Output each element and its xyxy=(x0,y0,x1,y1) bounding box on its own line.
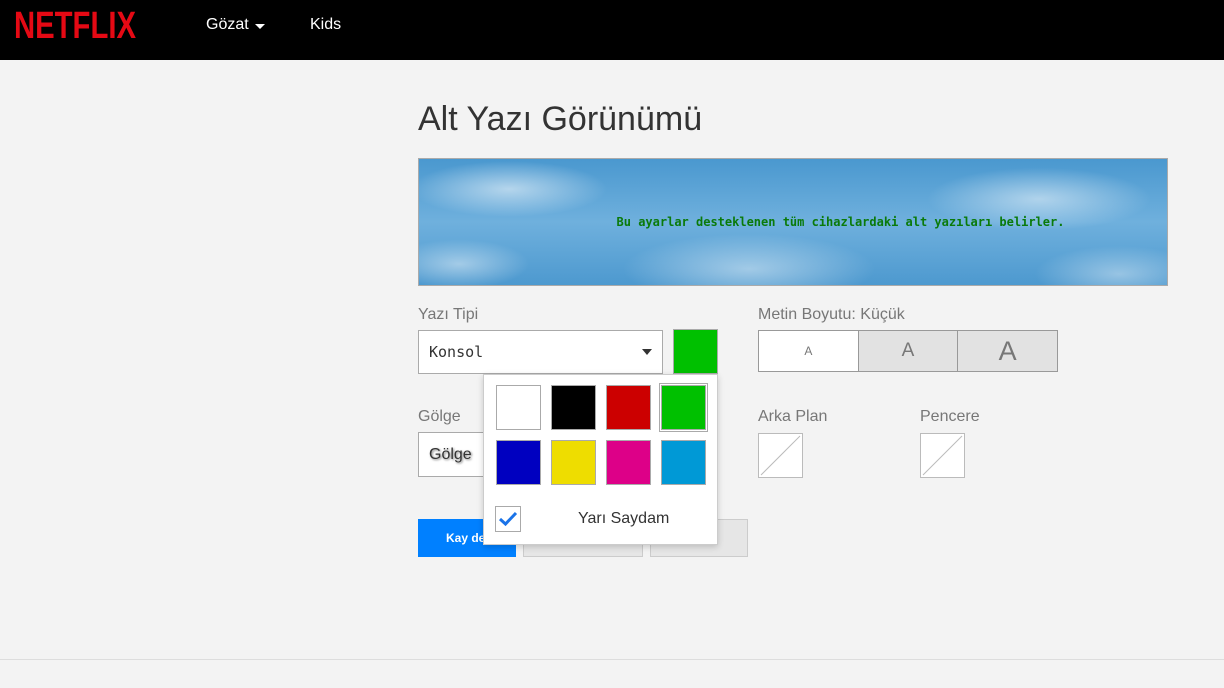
no-color-icon xyxy=(922,435,963,476)
font-label: Yazı Tipi xyxy=(418,306,479,323)
color-swatch-white[interactable] xyxy=(496,385,541,430)
font-select[interactable]: Konsol xyxy=(418,330,663,374)
color-swatch-blue[interactable] xyxy=(496,440,541,485)
no-color-icon xyxy=(760,435,801,476)
window-color-swatch[interactable] xyxy=(920,433,965,478)
size-large-button[interactable]: A xyxy=(957,331,1058,371)
shadow-label: Gölge xyxy=(418,408,461,425)
top-nav-bar: NETFLIX Gözat Kids xyxy=(0,0,1224,60)
shadow-select-value: Gölge xyxy=(429,445,472,463)
color-swatch-yellow[interactable] xyxy=(551,440,596,485)
semi-transparent-checkbox[interactable] xyxy=(495,506,521,532)
background-label: Arka Plan xyxy=(758,408,828,425)
font-color-swatch[interactable] xyxy=(673,329,718,374)
color-swatch-black[interactable] xyxy=(551,385,596,430)
window-label: Pencere xyxy=(920,408,980,425)
background-color-swatch[interactable] xyxy=(758,433,803,478)
dropdown-arrow-icon xyxy=(642,349,652,355)
size-medium-button[interactable]: A xyxy=(857,331,958,371)
size-small-button[interactable]: A xyxy=(759,331,858,371)
semi-transparent-label: Yarı Saydam xyxy=(578,510,670,527)
caret-down-icon xyxy=(254,23,265,29)
footer-divider xyxy=(0,659,1224,660)
netflix-logo-text: NETFLIX xyxy=(14,5,137,44)
color-swatch-cyan[interactable] xyxy=(661,440,706,485)
page-title: Alt Yazı Görünümü xyxy=(418,100,703,138)
subtitle-preview: Bu ayarlar desteklenen tüm cihazlardaki … xyxy=(418,158,1168,286)
color-swatch-magenta[interactable] xyxy=(606,440,651,485)
nav-browse-label: Gözat xyxy=(206,16,249,33)
nav-kids-link[interactable]: Kids xyxy=(310,16,341,34)
preview-text: Bu ayarlar desteklenen tüm cihazlardaki … xyxy=(616,215,1065,229)
checkmark-icon xyxy=(498,511,518,527)
font-select-value: Konsol xyxy=(429,343,484,361)
netflix-logo[interactable]: NETFLIX xyxy=(14,4,139,44)
text-size-label: Metin Boyutu: Küçük xyxy=(758,306,905,323)
color-swatch-red[interactable] xyxy=(606,385,651,430)
color-swatch-green[interactable] xyxy=(659,383,708,432)
color-picker-popup: Yarı Saydam xyxy=(483,374,718,545)
nav-browse-menu[interactable]: Gözat xyxy=(206,16,265,34)
text-size-group: A A A xyxy=(758,330,1058,372)
